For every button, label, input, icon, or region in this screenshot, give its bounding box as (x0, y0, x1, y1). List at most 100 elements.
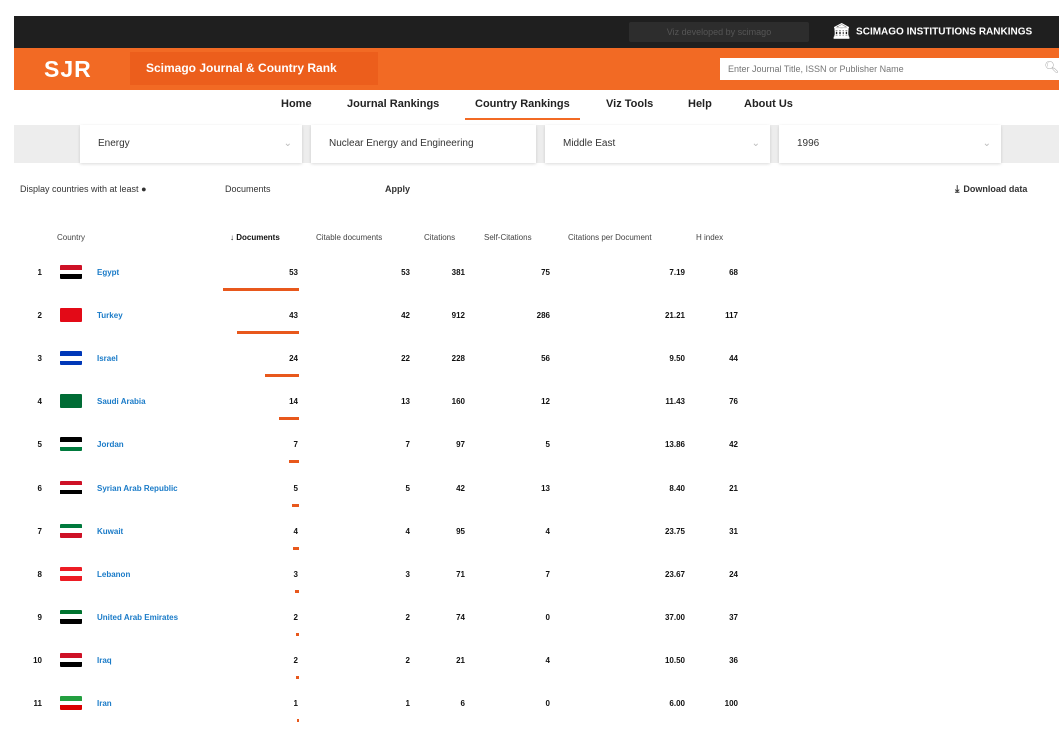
citable-documents-cell: 1 (405, 699, 410, 708)
citations-per-document-cell: 13.86 (664, 440, 685, 450)
country-link[interactable]: Saudi Arabia (97, 397, 146, 406)
documents-threshold-input[interactable]: Documents (225, 184, 271, 194)
header-country[interactable]: Country (57, 233, 85, 242)
documents-cell: 1 (293, 699, 298, 708)
documents-bar (288, 460, 299, 464)
help-icon[interactable]: ● (141, 184, 146, 194)
header-h-index[interactable]: H index (696, 233, 723, 242)
h-index-cell: 44 (729, 354, 738, 364)
header-documents[interactable]: ↓ Documents (230, 233, 280, 242)
citations-cell: 912 (451, 311, 465, 321)
header-self-citations[interactable]: Self-Citations (484, 233, 532, 242)
table-row: 11 Iran 1 1 6 0 6.00 100 (0, 689, 760, 732)
region-select[interactable]: Middle East ⌄ (545, 125, 770, 163)
nav-about-us[interactable]: About Us (744, 98, 793, 110)
citations-cell: 6 (460, 699, 465, 708)
developer-link[interactable]: Viz developed by scimago (629, 22, 809, 42)
documents-bar (223, 288, 299, 291)
citations-per-document-cell: 9.50 (669, 354, 685, 364)
citations-cell: 228 (451, 354, 465, 364)
flag-icon (60, 609, 82, 624)
self-citations-cell: 56 (541, 354, 550, 364)
citable-documents-cell: 53 (401, 268, 410, 277)
self-citations-cell: 0 (545, 699, 550, 708)
documents-bar (293, 546, 299, 550)
documents-cell: 4 (293, 526, 298, 536)
rank-cell: 7 (37, 526, 42, 536)
rank-cell: 11 (33, 699, 42, 708)
h-index-cell: 100 (724, 699, 738, 708)
download-data-button[interactable]: ⤓ Download data (955, 184, 1027, 195)
country-link[interactable]: Iraq (97, 656, 112, 665)
flag-band (60, 705, 82, 710)
flag-band (60, 274, 82, 279)
table-row: 8 Lebanon 3 3 71 7 23.67 24 (0, 560, 760, 603)
country-link[interactable]: Egypt (97, 268, 119, 277)
nav-help[interactable]: Help (688, 98, 712, 110)
self-citations-cell: 4 (545, 526, 550, 536)
documents-bar (264, 374, 299, 378)
year-select[interactable]: 1996 ⌄ (779, 125, 1001, 163)
flag-icon (60, 394, 82, 409)
header-bar: SJR Scimago Journal & Country Rank 🔍︎ (14, 48, 1059, 90)
flag-icon (60, 351, 82, 366)
flag-band (60, 446, 82, 452)
subject-area-select[interactable]: Energy ⌄ (80, 125, 302, 163)
citable-documents-cell: 13 (401, 397, 410, 407)
nav-country-rankings[interactable]: Country Rankings (465, 98, 580, 120)
search-icon[interactable]: 🔍︎ (1044, 60, 1059, 74)
country-link[interactable]: Jordan (97, 440, 124, 449)
rank-cell: 1 (37, 268, 42, 277)
documents-bar (296, 632, 299, 636)
header-citations[interactable]: Citations (424, 233, 455, 242)
header-citable-documents[interactable]: Citable documents (316, 233, 382, 242)
country-link[interactable]: Lebanon (97, 570, 130, 579)
subject-category-select[interactable]: Nuclear Energy and Engineering (311, 125, 536, 163)
brand-title[interactable]: Scimago Journal & Country Rank (130, 52, 378, 85)
h-index-cell: 24 (729, 569, 738, 579)
subject-category-value: Nuclear Energy and Engineering (329, 138, 474, 149)
chevron-down-icon: ⌄ (283, 138, 292, 149)
nav-journal-rankings[interactable]: Journal Rankings (347, 98, 439, 110)
rank-cell: 3 (37, 354, 42, 364)
nav-home[interactable]: Home (281, 98, 312, 110)
h-index-cell: 36 (729, 655, 738, 665)
table-row: 7 Kuwait 4 4 95 4 23.75 31 (0, 517, 760, 560)
flag-icon (60, 523, 82, 538)
sjr-logo[interactable]: SJR (44, 56, 92, 83)
documents-cell: 2 (293, 655, 298, 665)
citations-cell: 42 (456, 483, 465, 493)
self-citations-cell: 12 (541, 397, 550, 407)
self-citations-cell: 5 (545, 440, 550, 450)
citations-per-document-cell: 23.67 (664, 569, 685, 579)
filter-bar: Energy ⌄ Nuclear Energy and Engineering … (14, 125, 1059, 163)
flag-band (60, 360, 82, 366)
institutions-label: SCIMAGO INSTITUTIONS RANKINGS (856, 26, 1033, 38)
country-link[interactable]: Israel (97, 354, 118, 363)
scimago-institutions-link[interactable]: 🏛 SCIMAGO INSTITUTIONS RANKINGS (832, 22, 1032, 43)
nav-viz-tools[interactable]: Viz Tools (606, 98, 653, 110)
citations-cell: 97 (456, 440, 465, 450)
self-citations-cell: 75 (541, 268, 550, 277)
flag-icon (60, 308, 82, 323)
table-row: 10 Iraq 2 2 21 4 10.50 36 (0, 646, 760, 689)
country-link[interactable]: Syrian Arab Republic (97, 484, 178, 493)
rank-cell: 6 (37, 483, 42, 493)
citations-per-document-cell: 23.75 (664, 526, 685, 536)
rank-cell: 10 (33, 655, 42, 665)
table-row: 3 Israel 24 22 228 56 9.50 44 (0, 344, 760, 387)
flag-band (60, 619, 82, 624)
documents-bar (237, 331, 299, 335)
citable-documents-cell: 22 (401, 354, 410, 364)
citations-per-document-cell: 8.40 (669, 483, 685, 493)
country-link[interactable]: Iran (97, 699, 112, 708)
citations-per-document-cell: 37.00 (664, 612, 685, 622)
country-link[interactable]: United Arab Emirates (97, 613, 178, 622)
country-link[interactable]: Turkey (97, 311, 123, 320)
documents-cell: 53 (289, 268, 298, 277)
search-input[interactable] (720, 58, 1059, 80)
country-link[interactable]: Kuwait (97, 527, 123, 536)
apply-button[interactable]: Apply (385, 184, 410, 194)
h-index-cell: 37 (729, 612, 738, 622)
header-citations-per-document[interactable]: Citations per Document (568, 233, 652, 242)
